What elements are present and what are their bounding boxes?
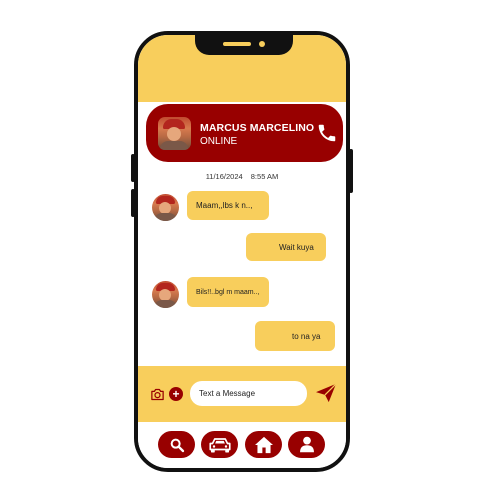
phone-frame: MARCUS MARCELINO ONLINE 11/16/2024 8:55 … [134, 31, 350, 472]
message-text: to na ya [292, 331, 321, 341]
camera-icon[interactable] [150, 388, 165, 401]
user-icon [299, 436, 314, 453]
car-icon [208, 437, 231, 452]
message-input[interactable] [190, 381, 307, 406]
message-text: Wait kuya [279, 242, 314, 252]
message-avatar [152, 194, 179, 221]
message-text: Maam,,lbs k n.., [196, 201, 253, 210]
avatar-shirt [160, 141, 188, 150]
avatar-shirt [154, 213, 177, 221]
contact-status: ONLINE [200, 136, 238, 147]
nav-car-button[interactable] [201, 431, 238, 458]
avatar-shirt [154, 300, 177, 308]
nav-search-button[interactable] [158, 431, 195, 458]
contact-avatar[interactable] [158, 117, 191, 150]
message-bubble-sent[interactable]: Wait kuya [246, 233, 326, 261]
nav-home-button[interactable] [245, 431, 282, 458]
send-icon[interactable] [315, 383, 337, 403]
bottom-nav [138, 422, 346, 468]
front-camera [259, 41, 265, 47]
message-bubble-received[interactable]: Maam,,lbs k n.., [187, 191, 269, 220]
phone-icon[interactable] [316, 122, 338, 144]
message-text: Bils!!..bgl m maam.., [196, 288, 260, 296]
status-bar-area [138, 35, 346, 102]
message-bubble-received[interactable]: Bils!!..bgl m maam.., [187, 277, 269, 307]
avatar-face [167, 127, 181, 141]
nav-profile-button[interactable] [288, 431, 325, 458]
message-timestamp: 11/16/2024 8:55 AM [138, 172, 346, 181]
notch [195, 35, 293, 55]
timestamp-time: 8:55 AM [250, 172, 279, 181]
home-icon [254, 436, 273, 453]
message-composer: + [138, 366, 346, 422]
plus-icon[interactable]: + [169, 387, 183, 401]
contact-name: MARCUS MARCELINO [200, 122, 315, 134]
search-icon [170, 438, 184, 452]
chat-header: MARCUS MARCELINO ONLINE [146, 104, 343, 162]
timestamp-date: 11/16/2024 [205, 172, 243, 181]
message-avatar [152, 281, 179, 308]
message-bubble-sent[interactable]: to na ya [255, 321, 335, 351]
speaker-grille [223, 42, 251, 46]
